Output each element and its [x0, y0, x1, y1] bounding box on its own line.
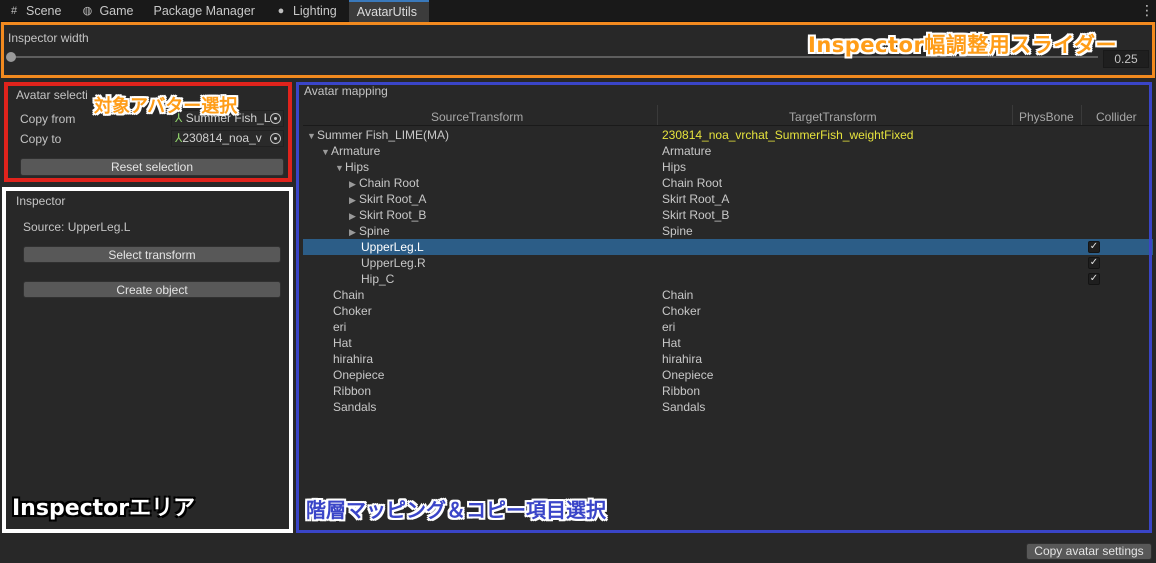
annotation-slider-caption: Inspector幅調整用スライダー — [808, 33, 1117, 57]
tab-game[interactable]: ◍ Game — [73, 0, 145, 22]
annotation-mapping-caption: 階層マッピング＆コピー項目選択 — [306, 498, 606, 522]
gamepad-icon: ◍ — [82, 5, 93, 17]
annotation-box-inspector — [2, 187, 293, 533]
tab-avatarutils[interactable]: AvatarUtils — [348, 0, 429, 22]
tab-label: Game — [99, 4, 134, 18]
annotation-box-mapping — [296, 82, 1152, 533]
annotation-avatar-select-caption: 対象アバター選択 — [94, 96, 238, 117]
tab-label: Lighting — [292, 4, 337, 18]
grid-icon: # — [10, 5, 18, 17]
tab-scene[interactable]: # Scene — [0, 0, 73, 22]
more-menu-icon[interactable]: ⋮ — [1138, 0, 1156, 21]
tab-label: AvatarUtils — [356, 5, 417, 19]
copy-avatar-settings-button[interactable]: Copy avatar settings — [1026, 543, 1152, 560]
tab-label: Scene — [26, 4, 62, 18]
tab-bar: # Scene ◍ Game Package Manager ● Lighting A… — [0, 0, 1156, 22]
annotation-inspector-caption: Inspectorエリア — [12, 496, 196, 521]
tab-lighting[interactable]: ● Lighting — [267, 0, 349, 22]
tab-package-manager[interactable]: Package Manager — [146, 0, 267, 22]
tab-label: Package Manager — [153, 4, 255, 18]
bulb-icon: ● — [277, 5, 285, 17]
